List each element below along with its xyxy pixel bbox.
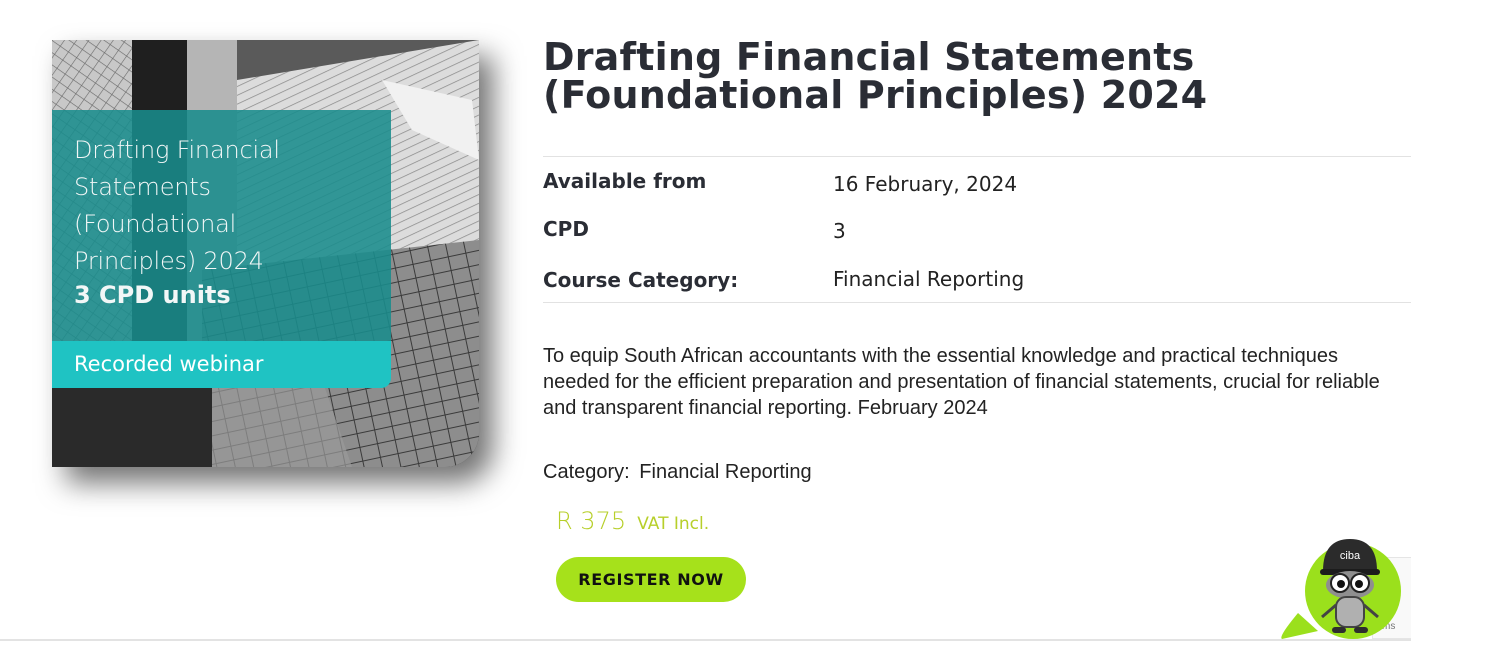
course-image: Drafting Financial Statements (Foundatio… [52, 40, 479, 467]
overlay-cpd-units: 3 CPD units [74, 281, 231, 309]
course-title: Drafting Financial Statements (Foundatio… [543, 35, 1208, 117]
price-amount: R 375 [556, 507, 627, 535]
recorded-webinar-label: Recorded webinar [52, 341, 391, 388]
page-divider [0, 639, 1411, 641]
available-from-value: 16 February, 2024 [833, 172, 1018, 196]
course-description: To equip South African accountants with … [543, 345, 1380, 419]
category-value: Financial Reporting [639, 461, 812, 483]
divider [543, 302, 1411, 303]
price-vat-note: VAT Incl. [637, 514, 710, 534]
course-title-overlay: Drafting Financial Statements (Foundatio… [52, 110, 391, 341]
register-now-button[interactable]: REGISTER NOW [556, 557, 746, 602]
category-label: Category: [543, 461, 630, 483]
ciba-mascot-icon[interactable]: ciba [1278, 533, 1408, 643]
overlay-title-line: Drafting Financial [74, 136, 280, 164]
cpd-value: 3 [833, 219, 846, 243]
category-line: Category: Financial Reporting [543, 461, 812, 484]
overlay-title-line: Principles) 2024 [74, 247, 264, 275]
divider [543, 156, 1411, 157]
course-category-label: Course Category: [543, 268, 739, 292]
mascot-brand-text: ciba [1340, 550, 1361, 562]
cpd-label: CPD [543, 217, 589, 241]
price: R 375 VAT Incl. [556, 507, 709, 535]
overlay-title-line: Statements (Foundational [74, 173, 237, 238]
available-from-label: Available from [543, 169, 707, 193]
course-category-value: Financial Reporting [833, 267, 1025, 291]
